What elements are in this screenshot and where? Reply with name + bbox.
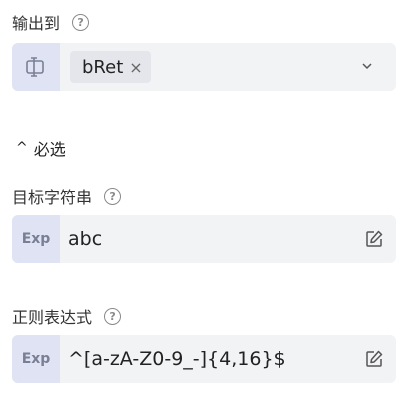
regex-label-row: 正则表达式 ? [12,304,122,328]
variable-tag-label: bRet [82,56,124,78]
target-string-label: 目标字符串 [12,188,93,207]
output-label-row: 输出到 ? [12,10,90,34]
caret-up-icon: ^ [16,140,28,156]
question-circle-icon[interactable]: ? [104,187,122,205]
chevron-down-icon[interactable] [360,59,374,73]
target-string-input[interactable]: Exp abc [12,215,396,263]
exp-label: Exp [21,231,51,247]
expression-prefix: Exp [12,335,60,383]
close-icon[interactable]: × [129,58,142,77]
expression-prefix: Exp [12,215,60,263]
section-label: 必选 [33,140,66,159]
regex-input[interactable]: Exp ^[a-zA-Z0-9_-]{4,16}$ [12,335,396,383]
regex-value[interactable]: ^[a-zA-Z0-9_-]{4,16}$ [68,348,364,370]
target-string-value[interactable]: abc [68,228,364,250]
output-variable-select[interactable]: bRet × [12,43,396,91]
question-circle-icon[interactable]: ? [72,13,90,31]
target-string-label-row: 目标字符串 ? [12,184,122,208]
required-section-toggle[interactable]: ^ 必选 [16,136,66,160]
question-circle-icon[interactable]: ? [104,307,122,325]
exp-label: Exp [21,351,51,367]
edit-icon[interactable] [364,349,384,369]
variable-prefix [12,43,60,91]
regex-label: 正则表达式 [12,308,93,327]
output-label: 输出到 [12,14,61,33]
variable-tag[interactable]: bRet × [70,51,151,83]
variable-icon [26,57,44,77]
properties-panel: 输出到 ? bRet × ^ 必选 目标字符串 ? Exp abc 正则表达式 … [0,0,414,401]
edit-icon[interactable] [364,229,384,249]
